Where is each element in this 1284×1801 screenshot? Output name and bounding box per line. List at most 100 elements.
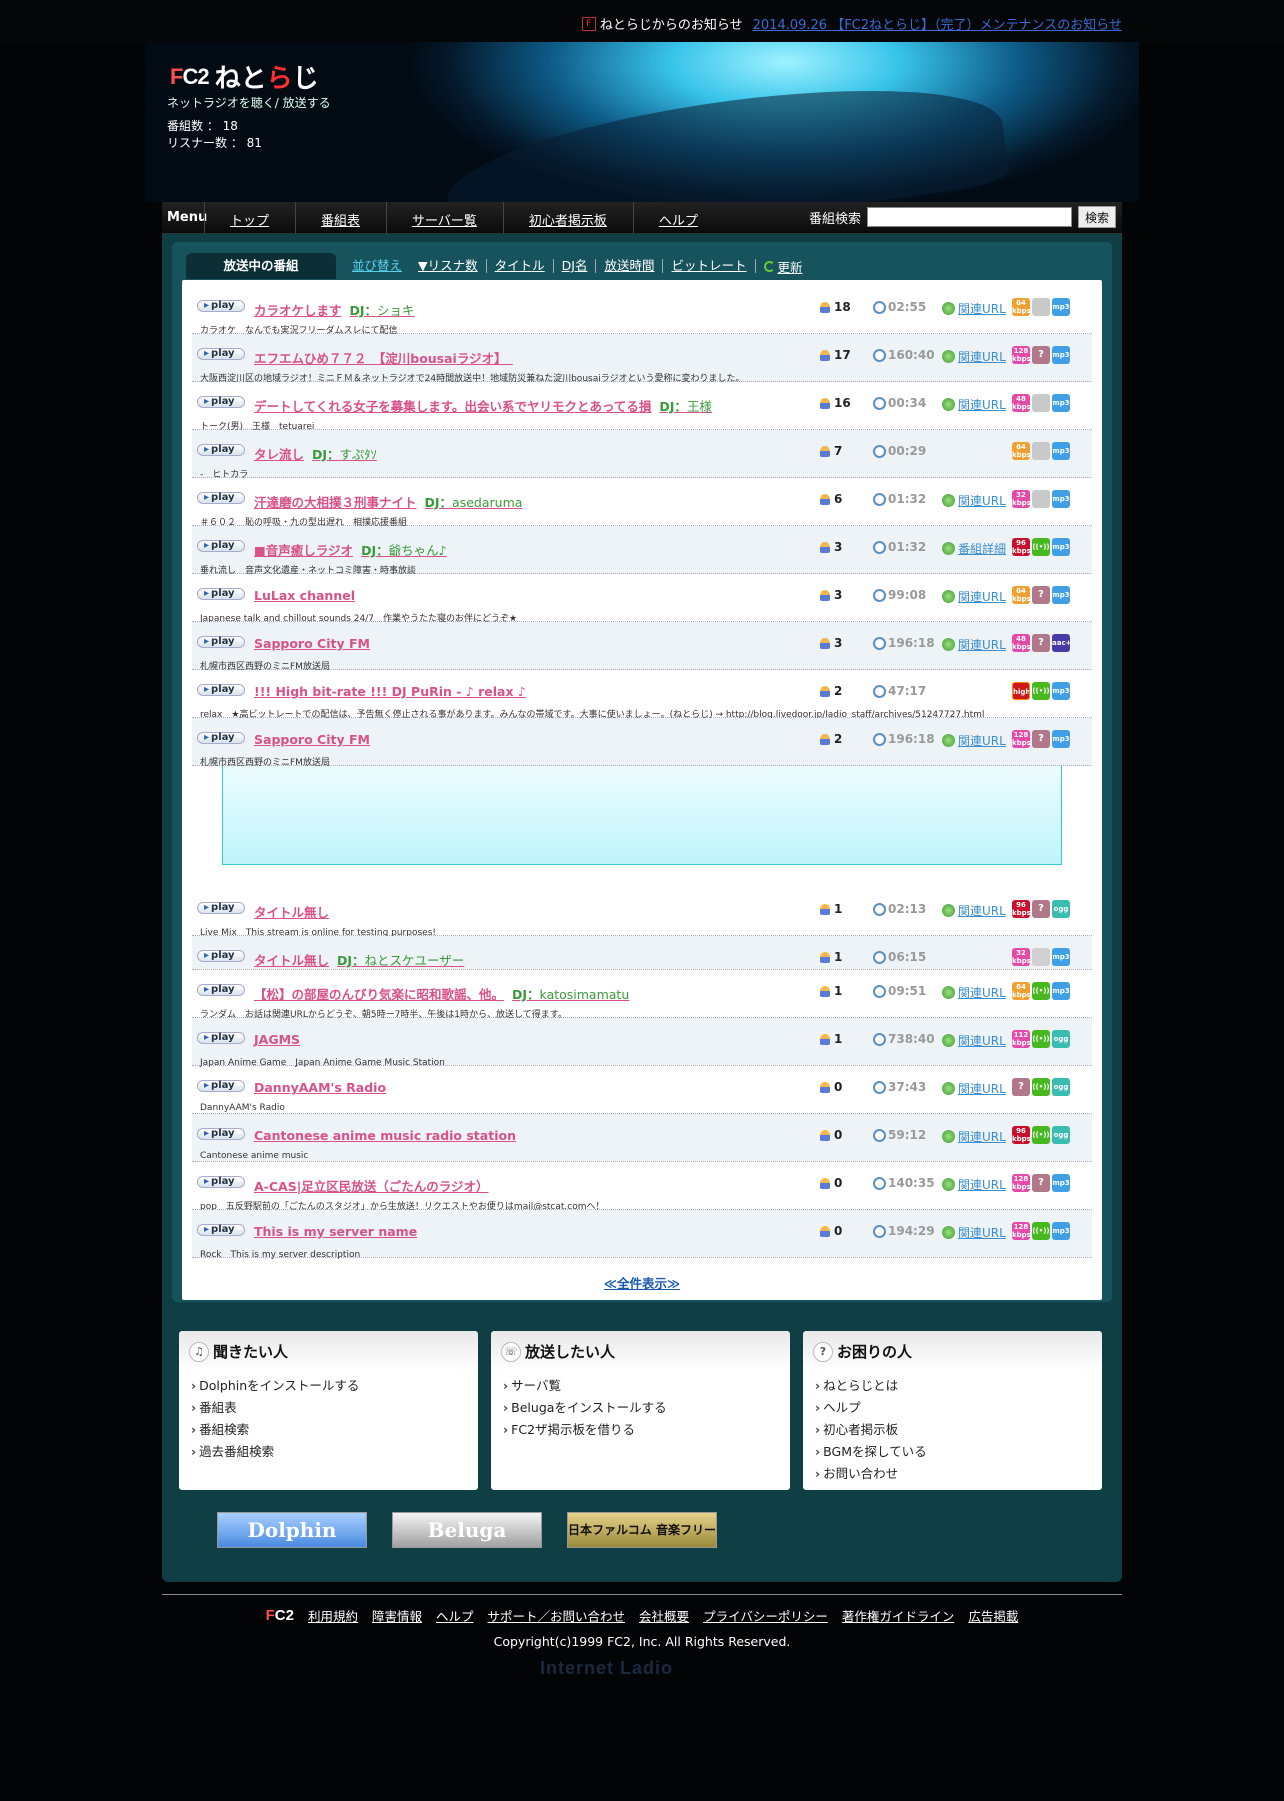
link-program-search[interactable]: 番組検索 — [191, 1419, 359, 1441]
link-beginner-board[interactable]: 初心者掲示板 — [815, 1419, 927, 1441]
play-button[interactable]: play — [197, 540, 245, 552]
footer-ads[interactable]: 広告掲載 — [968, 1606, 1018, 1625]
program-title[interactable]: タイトル無し — [254, 902, 329, 921]
mp3-badge-icon: mp3 — [1052, 1174, 1070, 1192]
footer-terms[interactable]: 利用規約 — [308, 1606, 358, 1625]
program-title[interactable]: タイトル無し DJ：ねとスケユーザー — [254, 950, 464, 969]
beluga-banner[interactable]: Beluga — [392, 1512, 542, 1548]
related-url-link[interactable]: 関連URL — [942, 1224, 1006, 1241]
related-url-link[interactable]: 関連URL — [942, 348, 1006, 365]
play-button[interactable]: play — [197, 396, 245, 408]
sort-time[interactable]: 放送時間 — [596, 259, 664, 273]
footer-help[interactable]: ヘルプ — [436, 1606, 474, 1625]
link-help[interactable]: ヘルプ — [815, 1397, 927, 1419]
play-button[interactable]: play — [197, 950, 245, 962]
related-url-link[interactable]: 関連URL — [942, 732, 1006, 749]
search-input[interactable] — [866, 207, 1072, 227]
related-url-link[interactable]: 関連URL — [942, 1080, 1006, 1097]
footer-company[interactable]: 会社概要 — [639, 1606, 689, 1625]
search-button[interactable]: 検索 — [1077, 206, 1116, 228]
program-title[interactable]: タレ流し DJ：すぷﾀｿ — [254, 444, 377, 463]
dolphin-banner[interactable]: Dolphin — [217, 1512, 367, 1548]
sort-listeners[interactable]: ▼リスナ数 — [410, 259, 487, 273]
related-url-link[interactable]: 関連URL — [942, 1176, 1006, 1193]
program-title[interactable]: !!! High bit-rate !!! DJ PuRin - ♪ relax… — [254, 684, 526, 699]
site-logo[interactable]: FC2 ねとらじ — [170, 58, 319, 95]
sort-bitrate[interactable]: ビットレート — [663, 259, 756, 273]
program-title[interactable]: This is my server name — [254, 1224, 417, 1239]
program-title[interactable]: デートしてくれる女子を募集します。出会い系でヤリモクとあってる損 DJ：王様 — [254, 396, 712, 415]
link-past-search[interactable]: 過去番組検索 — [191, 1441, 359, 1463]
related-url-link[interactable]: 関連URL — [942, 492, 1006, 509]
play-button[interactable]: play — [197, 902, 245, 914]
link-install-dolphin[interactable]: Dolphinをインストールする — [191, 1375, 359, 1397]
program-title[interactable]: Cantonese anime music radio station — [254, 1128, 516, 1143]
clock-icon — [873, 300, 886, 314]
fc2-footer-logo[interactable]: FC2 — [266, 1607, 294, 1624]
orange-badge-icon: 64 kbps — [1012, 298, 1030, 316]
nav-top[interactable]: トップ — [204, 202, 295, 234]
footer-privacy[interactable]: プライバシーポリシー — [703, 1606, 828, 1625]
program-title[interactable]: カラオケします DJ：ショキ — [254, 300, 415, 319]
play-button[interactable]: play — [197, 348, 245, 360]
program-title[interactable]: ■音声癒しラジオ DJ：爺ちゃん♪ — [254, 540, 447, 559]
play-button[interactable]: play — [197, 300, 245, 312]
related-url-link[interactable]: 関連URL — [942, 588, 1006, 605]
play-button[interactable]: play — [197, 492, 245, 504]
play-button[interactable]: play — [197, 1224, 245, 1236]
related-url-link[interactable]: 関連URL — [942, 902, 1006, 919]
footer-status[interactable]: 障害情報 — [372, 1606, 422, 1625]
sort-dj[interactable]: DJ名 — [554, 259, 597, 273]
falcom-banner[interactable]: 日本ファルコム 音楽フリー — [567, 1512, 717, 1548]
clock-icon — [873, 732, 886, 746]
related-url-link[interactable]: 関連URL — [942, 396, 1006, 413]
play-button[interactable]: play — [197, 636, 245, 648]
program-title[interactable]: Sapporo City FM — [254, 636, 370, 651]
program-title[interactable]: Sapporo City FM — [254, 732, 370, 747]
play-button[interactable]: play — [197, 444, 245, 456]
refresh-link[interactable]: 更新 — [763, 257, 803, 276]
related-url-link[interactable]: 番組詳細 — [942, 540, 1006, 557]
help-icon: ? — [813, 1341, 833, 1362]
tab-on-air[interactable]: 放送中の番組 — [186, 253, 336, 279]
play-button[interactable]: play — [197, 984, 245, 996]
footer-support[interactable]: サポート／お問い合わせ — [488, 1606, 626, 1625]
link-about[interactable]: ねとらじとは — [815, 1375, 927, 1397]
related-url-link[interactable]: 関連URL — [942, 1032, 1006, 1049]
program-title[interactable]: 汗達磨の大相撲３刑事ナイト DJ：asedaruma — [254, 492, 522, 511]
nav-help[interactable]: ヘルプ — [632, 202, 724, 234]
related-url-link[interactable]: 関連URL — [942, 984, 1006, 1001]
link-schedule[interactable]: 番組表 — [191, 1397, 359, 1419]
related-url-link[interactable]: 関連URL — [942, 1128, 1006, 1145]
program-title[interactable]: DannyAAM's Radio — [254, 1080, 386, 1095]
program-title[interactable]: LuLax channel — [254, 588, 355, 603]
related-url-link[interactable]: 関連URL — [942, 300, 1006, 317]
link-server-list[interactable]: サーバ覧 — [503, 1375, 667, 1397]
play-button[interactable]: play — [197, 684, 245, 696]
footer-copyright-guide[interactable]: 著作権ガイドライン — [842, 1606, 955, 1625]
program-title[interactable]: A-CAS|足立区民放送（ごたんのラジオ） — [254, 1176, 489, 1195]
mp3-badge-icon: mp3 — [1052, 948, 1070, 966]
show-all-link[interactable]: ≪全件表示≫ — [182, 1273, 1102, 1292]
program-title[interactable]: JAGMS — [254, 1032, 300, 1047]
play-button[interactable]: play — [197, 732, 245, 744]
elapsed-time: 37:43 — [873, 1080, 926, 1094]
play-button[interactable]: play — [197, 588, 245, 600]
sort-title[interactable]: タイトル — [487, 259, 554, 273]
related-url-link[interactable]: 関連URL — [942, 636, 1006, 653]
nav-server-list[interactable]: サーバー覧 — [386, 202, 503, 234]
link-bgm[interactable]: BGMを探している — [815, 1441, 926, 1463]
link-install-beluga[interactable]: Belugaをインストールする — [503, 1397, 667, 1419]
play-button[interactable]: play — [197, 1032, 245, 1044]
play-button[interactable]: play — [197, 1080, 245, 1092]
program-title[interactable]: エフエムひめ７７２ 【淀川bousaiラジオ】 — [254, 348, 513, 367]
nav-schedule[interactable]: 番組表 — [295, 202, 386, 234]
pink-badge-icon: 128 kbps — [1012, 1222, 1030, 1240]
link-rent-board[interactable]: FC2ザ掲示板を借りる — [503, 1419, 667, 1441]
play-button[interactable]: play — [197, 1128, 245, 1140]
play-button[interactable]: play — [197, 1176, 245, 1188]
link-contact[interactable]: お問い合わせ — [815, 1463, 927, 1485]
program-title[interactable]: 【松】の部屋のんびり気楽に昭和歌謡、他。 DJ：katosimamatu — [254, 984, 629, 1003]
notice-link[interactable]: 2014.09.26 【FC2ねとらじ】（完了）メンテナンスのお知らせ — [753, 14, 1122, 33]
nav-beginner-board[interactable]: 初心者掲示板 — [502, 202, 633, 234]
